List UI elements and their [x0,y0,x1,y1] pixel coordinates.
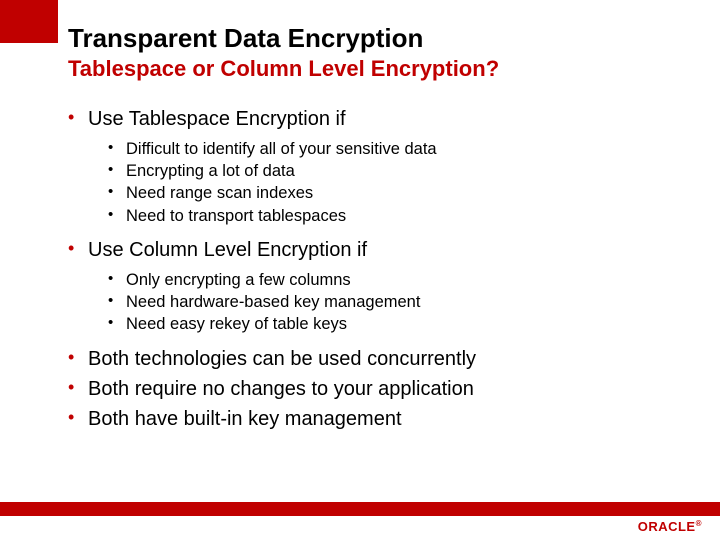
sub-list: Difficult to identify all of your sensit… [88,138,690,227]
list-item-text: Use Column Level Encryption if [88,239,367,261]
list-item: Both have built-in key management [68,406,690,432]
list-item: Use Column Level Encryption if Only encr… [68,237,690,336]
list-item: Both technologies can be used concurrent… [68,346,690,372]
list-item: Use Tablespace Encryption if Difficult t… [68,106,690,227]
list-item: Need to transport tablespaces [108,205,690,227]
oracle-logo: ORACLE® [638,519,702,534]
list-item: Both require no changes to your applicat… [68,376,690,402]
list-item: Need hardware-based key management [108,291,690,313]
bullet-list: Use Tablespace Encryption if Difficult t… [68,106,690,432]
list-item: Encrypting a lot of data [108,160,690,182]
list-item: Need range scan indexes [108,182,690,204]
list-item-text: Use Tablespace Encryption if [88,108,346,130]
slide-title: Transparent Data Encryption [68,24,690,54]
sub-list: Only encrypting a few columns Need hardw… [88,269,690,336]
list-item: Need easy rekey of table keys [108,313,690,335]
corner-accent [0,0,58,43]
footer-bar [0,502,720,516]
list-item: Only encrypting a few columns [108,269,690,291]
list-item: Difficult to identify all of your sensit… [108,138,690,160]
slide-subtitle: Tablespace or Column Level Encryption? [68,56,690,82]
slide-content: Transparent Data Encryption Tablespace o… [0,0,720,432]
